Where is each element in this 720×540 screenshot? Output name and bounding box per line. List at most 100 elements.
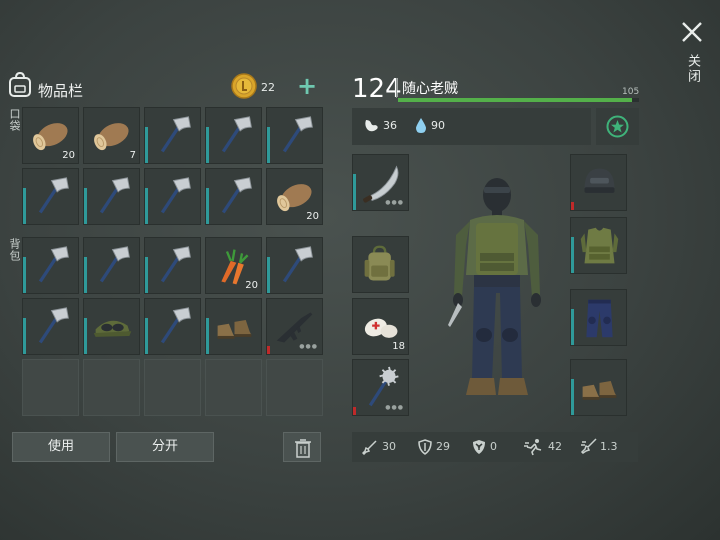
inventory-slot[interactable] — [144, 359, 201, 416]
player-name: 随心老贼 — [402, 81, 458, 97]
ammo-dots: ●●● — [385, 404, 404, 411]
durability-bar — [571, 202, 574, 210]
inventory-slot[interactable]: 7 — [83, 107, 140, 164]
combat-stats-bar: 30 29 0 42 1.3 — [352, 432, 638, 462]
hatchet-icon — [282, 116, 313, 153]
xp-bar-fill — [398, 98, 632, 102]
coin-icon — [231, 73, 257, 99]
ammo-dots: ●●● — [299, 343, 318, 350]
player-character — [448, 178, 541, 395]
trash-button[interactable] — [283, 432, 321, 462]
radiation-shield-icon — [473, 440, 485, 454]
level-divider — [396, 78, 397, 98]
inventory-slot[interactable] — [266, 107, 323, 164]
durability-bar — [84, 257, 87, 293]
inventory-slot[interactable] — [205, 359, 262, 416]
equip-slot-left[interactable] — [352, 236, 409, 293]
hatchet-icon — [38, 246, 69, 283]
inventory-slot[interactable] — [83, 237, 140, 294]
hatchet-icon — [38, 307, 69, 344]
item-count: 20 — [62, 150, 75, 161]
ammo-dots: ●●● — [385, 199, 404, 206]
durability-bar — [571, 379, 574, 415]
boots-icon — [582, 381, 617, 400]
inventory-slot[interactable] — [22, 237, 79, 294]
defense-value: 29 — [436, 440, 450, 453]
helmet-icon — [584, 168, 615, 193]
durability-bar — [206, 188, 209, 224]
inventory-slot[interactable]: 20 — [266, 168, 323, 225]
split-button[interactable]: 分开 — [116, 432, 214, 462]
water-drop-icon — [416, 118, 426, 133]
inventory-slot[interactable] — [266, 237, 323, 294]
hunger-value: 36 — [383, 119, 397, 132]
inventory-slot[interactable] — [144, 298, 201, 355]
inventory-slot[interactable] — [205, 298, 262, 355]
equip-slot-right[interactable] — [570, 359, 627, 416]
hatchet-icon — [282, 246, 313, 283]
inventory-slot[interactable] — [22, 168, 79, 225]
inventory-slot[interactable] — [205, 168, 262, 225]
inventory-slot[interactable] — [144, 107, 201, 164]
durability-bar — [84, 188, 87, 224]
close-icon[interactable] — [680, 20, 704, 44]
durability-bar — [145, 257, 148, 293]
vest-icon — [580, 227, 619, 264]
star-badge-icon — [606, 115, 629, 138]
hatchet-icon — [160, 246, 191, 283]
durability-bar — [23, 188, 26, 224]
running-icon — [524, 439, 542, 456]
speed-value: 42 — [548, 440, 562, 453]
equip-slot-right[interactable] — [570, 154, 627, 211]
inventory-slot[interactable]: 20 — [22, 107, 79, 164]
equip-slot-left[interactable]: 18 — [352, 298, 409, 355]
equip-slot-right[interactable] — [570, 289, 627, 346]
inventory-slot[interactable]: ●●● — [266, 298, 323, 355]
hatchet-icon — [38, 177, 69, 214]
inventory-slot[interactable] — [22, 298, 79, 355]
hatchet-icon — [221, 177, 252, 214]
shield-icon — [418, 439, 432, 455]
equip-slot-left[interactable]: ●●● — [352, 154, 409, 211]
durability-bar — [23, 318, 26, 354]
use-button[interactable]: 使用 — [12, 432, 110, 462]
inventory-slot[interactable] — [22, 359, 79, 416]
inventory-slot[interactable] — [144, 168, 201, 225]
inventory-title: 物品栏 — [38, 82, 84, 100]
hatchet-icon — [160, 307, 191, 344]
inventory-slot[interactable] — [83, 298, 140, 355]
durability-bar — [206, 318, 209, 354]
stomach-icon — [365, 120, 378, 132]
trash-icon — [295, 439, 311, 458]
close-label[interactable]: 关闭 — [683, 54, 702, 84]
equip-slot-right[interactable] — [570, 217, 627, 274]
damage-value: 30 — [382, 440, 396, 453]
status-panel: 36 90 — [352, 108, 591, 145]
inventory-slot[interactable]: 20 — [205, 237, 262, 294]
inventory-slot[interactable] — [205, 107, 262, 164]
attack-speed-icon — [580, 438, 597, 454]
perks-button[interactable] — [596, 108, 639, 145]
xp-max: 105 — [622, 87, 640, 97]
log-icon — [94, 123, 129, 151]
thirst-value: 90 — [431, 119, 445, 132]
backpack-icon — [9, 72, 31, 97]
inventory-slot[interactable] — [144, 237, 201, 294]
radiation-value: 0 — [490, 440, 497, 453]
item-count: 18 — [392, 341, 405, 352]
durability-bar — [84, 318, 87, 354]
hatchet-icon — [99, 246, 130, 283]
pocket-label: 口袋 — [8, 108, 21, 132]
inventory-slot[interactable] — [266, 359, 323, 416]
item-count: 20 — [306, 211, 319, 222]
player-level: 124 — [352, 74, 402, 104]
durability-bar — [145, 318, 148, 354]
hatchet-icon — [160, 116, 191, 153]
hatchet-icon — [99, 177, 130, 214]
add-coins-button[interactable]: + — [294, 71, 320, 101]
cap-goggles-icon — [93, 320, 132, 337]
inventory-slot[interactable] — [83, 168, 140, 225]
equip-slot-left[interactable]: ●●● — [352, 359, 409, 416]
sword-icon — [362, 440, 377, 455]
inventory-slot[interactable] — [83, 359, 140, 416]
